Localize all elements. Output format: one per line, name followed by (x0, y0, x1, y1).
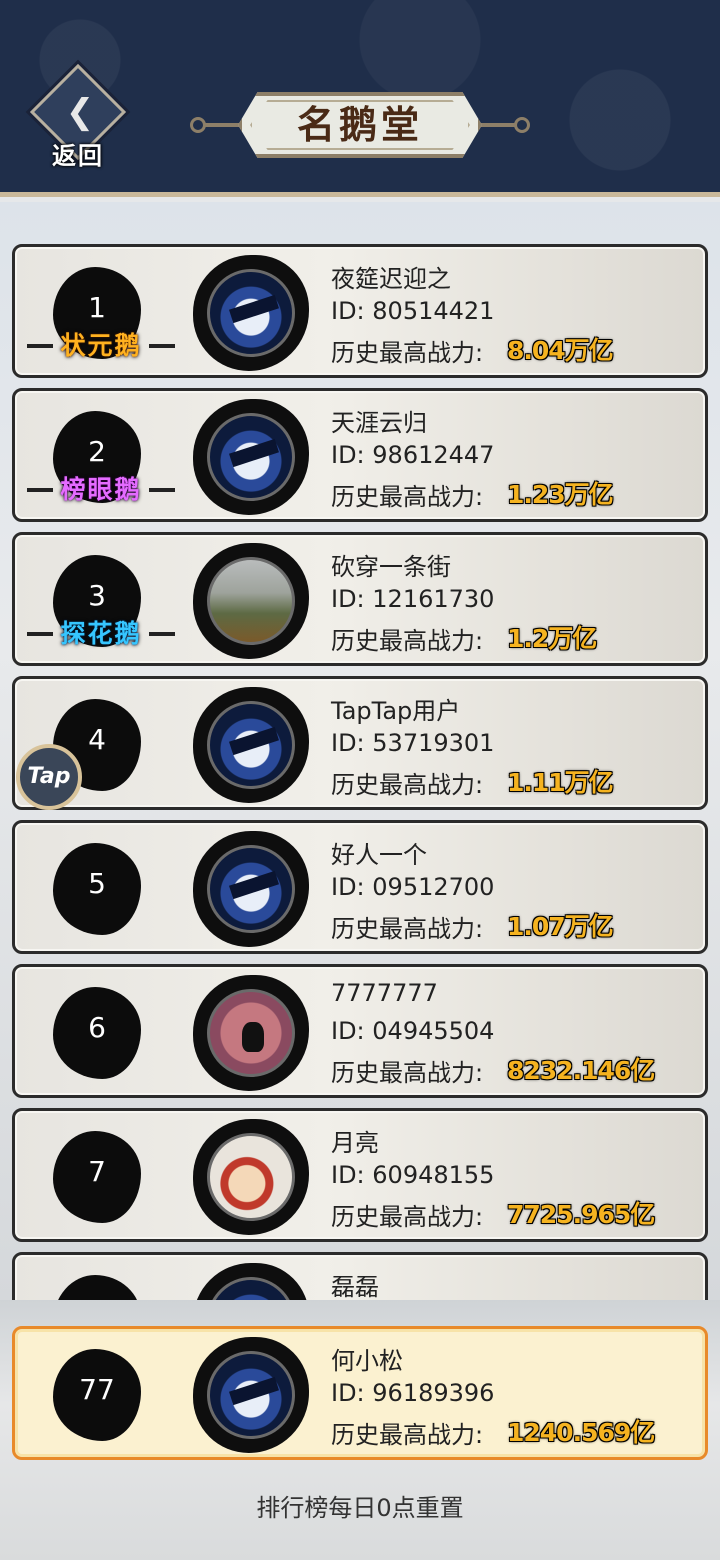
player-id: ID: 96189396 (331, 1379, 495, 1407)
back-label: 返回 (52, 142, 104, 170)
power-label: 历史最高战力: (331, 915, 484, 943)
banner-cap-left (190, 117, 206, 133)
knight-avatar[interactable] (207, 269, 295, 357)
knight-avatar[interactable] (207, 1351, 295, 1439)
player-name: 磊磊 (331, 1273, 379, 1300)
cat-avatar[interactable] (207, 989, 295, 1077)
rank-number: 5 (88, 867, 106, 900)
rank-number: 77 (79, 1373, 115, 1406)
knight-avatar[interactable] (207, 413, 295, 501)
player-name: 好人一个 (331, 841, 427, 869)
rank-title-badge: 榜眼鹅 (21, 473, 181, 507)
rank-number: 2 (88, 435, 106, 468)
power-value: 1240.569亿 (507, 1418, 655, 1447)
player-name: 何小松 (331, 1347, 403, 1375)
rank-title-badge: 探花鹅 (21, 617, 181, 651)
player-name: 7777777 (331, 979, 438, 1007)
knight-avatar[interactable] (207, 701, 295, 789)
ranking-row[interactable]: 6 7777777 ID: 04945504 历史最高战力: 8232.146亿 (12, 964, 708, 1098)
back-button[interactable]: ❮ 返回 (29, 63, 127, 174)
power-label: 历史最高战力: (331, 1059, 484, 1087)
rank-number: 1 (88, 291, 106, 324)
power-value: 8.04万亿 (507, 336, 614, 365)
ranking-row[interactable]: 4 TapTap用户 ID: 53719301 历史最高战力: 1.11万亿 (12, 676, 708, 810)
ranking-row[interactable]: 5 好人一个 ID: 09512700 历史最高战力: 1.07万亿 (12, 820, 708, 954)
forest-avatar[interactable] (207, 557, 295, 645)
power-label: 历史最高战力: (331, 339, 484, 367)
power-value: 8232.146亿 (507, 1056, 655, 1085)
banner-rod-right (476, 123, 516, 127)
player-name: 月亮 (331, 1129, 379, 1157)
player-id: ID: 98612447 (331, 441, 495, 469)
ranking-list[interactable]: 1 状元鹅 夜筵迟迎之 ID: 80514421 历史最高战力: 8.04万亿 … (0, 202, 720, 1300)
player-name: 天涯云归 (331, 409, 427, 437)
player-id: ID: 04945504 (331, 1017, 495, 1045)
power-value: 1.11万亿 (507, 768, 614, 797)
ranking-row[interactable]: 1 状元鹅 夜筵迟迎之 ID: 80514421 历史最高战力: 8.04万亿 (12, 244, 708, 378)
ranking-row[interactable]: 磊磊 (12, 1252, 708, 1300)
player-name: TapTap用户 (331, 697, 461, 725)
power-value: 1.23万亿 (507, 480, 614, 509)
shinchan-avatar[interactable] (207, 1133, 295, 1221)
player-id: ID: 60948155 (331, 1161, 495, 1189)
ranking-row[interactable]: 3 探花鹅 砍穿一条街 ID: 12161730 历史最高战力: 1.2万亿 (12, 532, 708, 666)
power-label: 历史最高战力: (331, 1203, 484, 1231)
banner-cap-right (514, 117, 530, 133)
power-value: 7725.965亿 (507, 1200, 655, 1229)
player-id: ID: 53719301 (331, 729, 495, 757)
ranking-row[interactable]: 2 榜眼鹅 天涯云归 ID: 98612447 历史最高战力: 1.23万亿 (12, 388, 708, 522)
power-label: 历史最高战力: (331, 771, 484, 799)
reset-notice: 排行榜每日0点重置 (256, 1494, 464, 1522)
rank-number: 3 (88, 579, 106, 612)
power-label: 历史最高战力: (331, 627, 484, 655)
taptap-float-button[interactable]: Tap (16, 744, 82, 810)
player-id: ID: 80514421 (331, 297, 495, 325)
power-value: 1.07万亿 (507, 912, 614, 941)
player-id: ID: 12161730 (331, 585, 495, 613)
player-id: ID: 09512700 (331, 873, 495, 901)
rank-number: 7 (88, 1155, 106, 1188)
rank-title-badge: 状元鹅 (21, 329, 181, 363)
my-ranking-row[interactable]: 77 何小松 ID: 96189396 历史最高战力: 1240.569亿 (12, 1326, 708, 1460)
page-title-banner: 名鹅堂 (190, 92, 530, 158)
knight-avatar[interactable] (207, 845, 295, 933)
rank-number: 6 (88, 1011, 106, 1044)
power-label: 历史最高战力: (331, 483, 484, 511)
ranking-row[interactable]: 7 月亮 ID: 60948155 历史最高战力: 7725.965亿 (12, 1108, 708, 1242)
power-value: 1.2万亿 (507, 624, 597, 653)
back-arrow-icon: ❮ (65, 92, 95, 132)
player-name: 夜筵迟迎之 (331, 265, 451, 293)
page-title: 名鹅堂 (296, 103, 423, 147)
top-bar: ❮ 返回 名鹅堂 (0, 0, 720, 197)
power-label: 历史最高战力: (331, 1421, 484, 1449)
player-name: 砍穿一条街 (331, 553, 451, 581)
rank-ink-blot (53, 1275, 141, 1300)
